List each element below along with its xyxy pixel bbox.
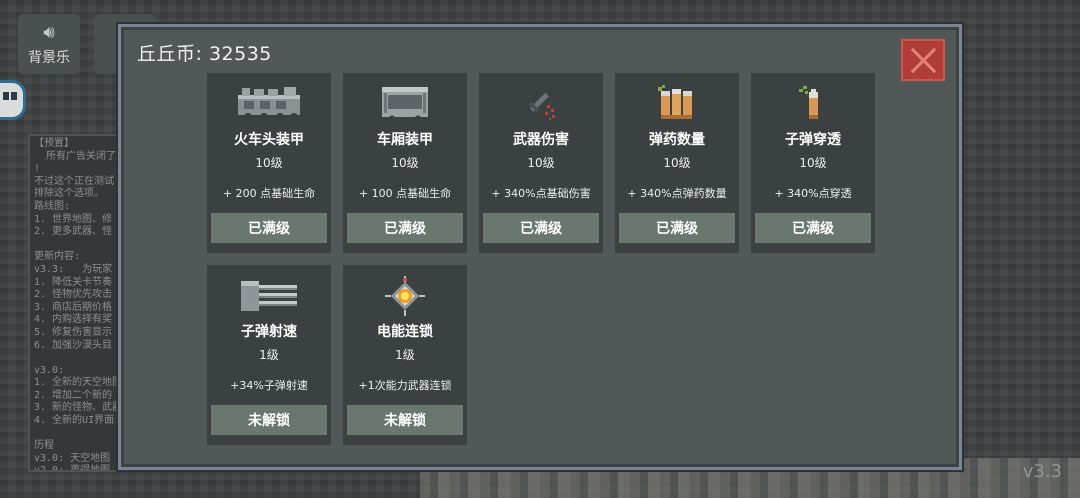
currency-display: 丘丘币: 32535	[137, 39, 272, 66]
upgrade-card-weapon-damage: 武器伤害 10级 + 340%点基础伤害 已满级	[479, 73, 603, 253]
sword-icon	[479, 83, 603, 125]
card-title: 弹药数量	[649, 132, 705, 148]
maxed-button[interactable]: 已满级	[483, 213, 599, 243]
card-level: 10级	[255, 156, 283, 170]
card-level: 10级	[391, 156, 419, 170]
card-title: 车厢装甲	[377, 132, 433, 148]
locked-button[interactable]: 未解锁	[347, 405, 463, 435]
locked-button[interactable]: 未解锁	[211, 405, 327, 435]
card-description: + 340%点基础伤害	[491, 187, 591, 200]
ammo-bundle-icon	[615, 83, 739, 125]
card-description: +1次能力武器连锁	[358, 379, 452, 392]
upgrade-card-bullet-penetration: 子弹穿透 10级 + 340%点穿透 已满级	[751, 73, 875, 253]
card-title: 电能连锁	[377, 324, 433, 340]
card-level: 1级	[259, 348, 279, 362]
upgrade-card-carriage-armor: 车厢装甲 10级 + 100 点基础生命 已满级	[343, 73, 467, 253]
upgrade-card-ammo-count: 弹药数量 10级 + 340%点弹药数量 已满级	[615, 73, 739, 253]
upgrade-shop-modal: 丘丘币: 32535 火车头装甲 10级 + 200 点基础生命 已满级 车厢装…	[118, 24, 962, 470]
card-level: 1级	[395, 348, 415, 362]
close-icon[interactable]	[901, 39, 945, 81]
version-label: v3.3	[1022, 461, 1062, 482]
card-level: 10级	[799, 156, 827, 170]
speaker-icon: 🔊︎	[43, 22, 55, 43]
currency-label: 丘丘币:	[137, 43, 203, 65]
maxed-button[interactable]: 已满级	[755, 213, 871, 243]
maxed-button[interactable]: 已满级	[619, 213, 735, 243]
maxed-button[interactable]: 已满级	[347, 213, 463, 243]
maxed-button[interactable]: 已满级	[211, 213, 327, 243]
card-title: 子弹穿透	[785, 132, 841, 148]
train-car-icon	[343, 83, 467, 125]
card-title: 武器伤害	[513, 132, 569, 148]
card-description: + 340%点穿透	[774, 187, 852, 200]
upgrade-card-locomotive-armor: 火车头装甲 10级 + 200 点基础生命 已满级	[207, 73, 331, 253]
card-title: 子弹射速	[241, 324, 297, 340]
gun-barrel-icon	[207, 275, 331, 317]
locomotive-icon	[207, 83, 331, 125]
side-avatar-icon[interactable]	[0, 80, 26, 120]
card-level: 10级	[527, 156, 555, 170]
currency-value: 32535	[208, 43, 272, 65]
music-button-label: 背景乐	[28, 50, 70, 66]
card-description: + 200 点基础生命	[222, 187, 316, 200]
card-level: 10级	[663, 156, 691, 170]
energy-core-icon	[343, 275, 467, 317]
card-description: +34%子弹射速	[230, 379, 308, 392]
upgrade-card-fire-rate: 子弹射速 1级 +34%子弹射速 未解锁	[207, 265, 331, 445]
bullet-icon	[751, 83, 875, 125]
card-title: 火车头装甲	[234, 132, 304, 148]
music-toggle-button[interactable]: 🔊︎ 背景乐	[18, 14, 80, 74]
upgrade-card-energy-chain: 电能连锁 1级 +1次能力武器连锁 未解锁	[343, 265, 467, 445]
card-description: + 340%点弹药数量	[627, 187, 727, 200]
card-description: + 100 点基础生命	[358, 187, 452, 200]
